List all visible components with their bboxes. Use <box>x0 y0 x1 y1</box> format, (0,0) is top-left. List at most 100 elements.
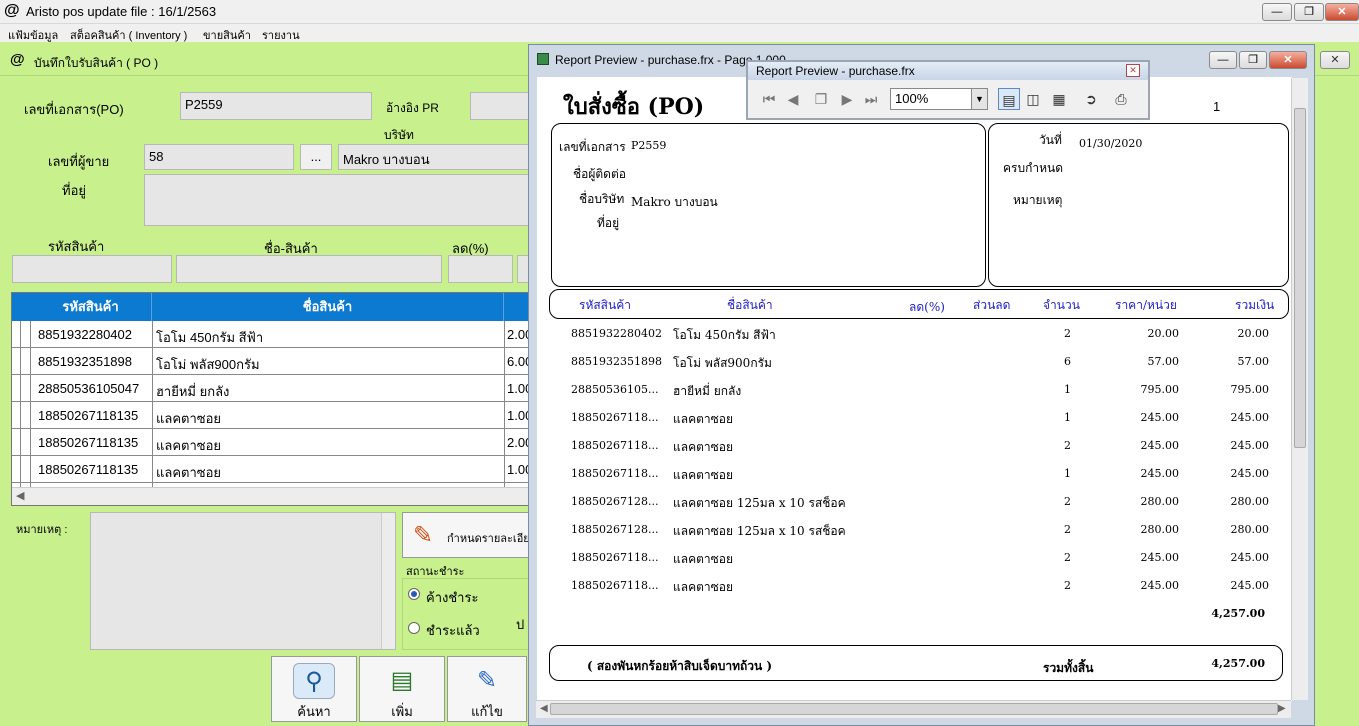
report-toolbar: Report Preview - purchase.frx ✕ ⏮ ◀ ❐ ▶ … <box>746 60 1150 120</box>
grid-cell-name[interactable]: ฮายีหมี่ ยกลัง <box>156 381 229 402</box>
menu-reports[interactable]: รายงาน <box>262 26 300 44</box>
report-item-qty: 6 <box>1064 355 1071 368</box>
report-close-button[interactable]: ✕ <box>1269 51 1307 69</box>
report-item-price: 57.00 <box>1147 355 1180 368</box>
report-col-unit-price: ราคา/หน่วย <box>1115 298 1177 312</box>
company-field[interactable]: Makro บางบอน <box>338 144 530 170</box>
first-page-icon[interactable]: ⏮ <box>758 88 780 110</box>
grid-header-name[interactable]: ชื่อสินค้า <box>152 293 504 321</box>
grid-row[interactable]: 18850267118135 แลคตาซอย 1.00 <box>12 402 530 429</box>
grid-cell-code[interactable]: 28850536105047 <box>38 381 139 396</box>
grid-row[interactable]: 8851932280402 โอโม 450กรัม สีฟ้า 2.00 <box>12 321 530 348</box>
report-item-name: โอโม่ พลัส900กรัม <box>673 356 772 370</box>
vendor-browse-button[interactable]: ... <box>300 144 332 170</box>
remark-scrollbar[interactable] <box>381 513 395 649</box>
report-item-name: แลคตาซอย <box>673 580 734 594</box>
address-field[interactable] <box>144 174 530 226</box>
grid-cell-name[interactable]: โอโม 450กรัม สีฟ้า <box>156 327 263 348</box>
report-preview-window: Report Preview - purchase.frx - Page 1 0… <box>528 44 1315 726</box>
report-doc-no-label: เลขที่เอกสาร <box>559 140 626 154</box>
report-item-price: 245.00 <box>1140 439 1180 452</box>
stray-label: ป <box>516 617 525 632</box>
report-company: Makro บางบอน <box>631 195 718 209</box>
grid-horizontal-scrollbar[interactable]: ◀ <box>12 487 530 505</box>
report-vertical-scrollbar[interactable] <box>1291 78 1308 700</box>
hscroll-left-icon[interactable]: ◀ <box>540 703 548 714</box>
grid-cell-code[interactable]: 18850267118135 <box>38 408 138 423</box>
last-page-icon[interactable]: ⏭ <box>860 88 882 110</box>
grid-row[interactable]: 18850267118135 แลคตาซอย 1.00 <box>12 456 530 483</box>
report-item-code: 18850267118... <box>571 467 659 480</box>
next-page-icon[interactable]: ▶ <box>836 88 858 110</box>
paid-radio[interactable] <box>408 622 420 634</box>
paid-label[interactable]: ชำระแล้ว <box>426 620 480 641</box>
grid-cell-name[interactable]: แลคตาซอย <box>156 462 221 483</box>
report-date-label: วันที่ <box>1039 133 1062 147</box>
print-icon[interactable]: ⎙ <box>1110 88 1132 110</box>
discount-pct-input[interactable] <box>448 255 513 283</box>
report-item-name: แลคตาซอย <box>673 468 734 482</box>
doc-no-field[interactable]: P2559 <box>180 92 372 120</box>
set-details-button[interactable]: ✎ กำหนดรายละเอียด <box>402 512 537 558</box>
menu-inventory[interactable]: สต็อคสินค้า ( Inventory ) <box>70 26 187 44</box>
edit-button[interactable]: ✎ แก้ไข <box>447 656 527 722</box>
grid-cell-code[interactable]: 8851932280402 <box>38 327 132 342</box>
grid-cell-code[interactable]: 8851932351898 <box>38 354 132 369</box>
report-item-total: 280.00 <box>1230 495 1270 508</box>
unpaid-radio[interactable] <box>408 588 420 600</box>
report-item-price: 245.00 <box>1140 551 1180 564</box>
chevron-down-icon[interactable]: ▼ <box>971 89 987 109</box>
report-maximize-button[interactable]: ❐ <box>1239 51 1267 69</box>
remark-textarea[interactable] <box>90 512 396 650</box>
report-item-total: 20.00 <box>1237 327 1270 340</box>
add-button[interactable]: ▤ เพิ่ม <box>359 656 445 722</box>
hscroll-right-icon[interactable]: ▶ <box>1278 703 1286 714</box>
report-vscroll-thumb[interactable] <box>1294 108 1306 448</box>
report-item-qty: 2 <box>1064 327 1071 340</box>
report-horizontal-scrollbar[interactable]: ◀ ▶ <box>536 700 1291 718</box>
grid-row[interactable]: 18850267118135 แลคตาซอย 2.00 <box>12 429 530 456</box>
grid-header-qty[interactable] <box>504 293 530 321</box>
remark-label: หมายเหตุ : <box>16 524 68 536</box>
ref-pr-field[interactable] <box>470 92 530 120</box>
grid-header-code[interactable]: รหัสสินค้า <box>30 293 152 321</box>
scroll-left-icon[interactable]: ◀ <box>16 489 24 502</box>
unpaid-label[interactable]: ค้างชำระ <box>426 587 478 608</box>
vendor-no-field[interactable]: 58 <box>144 144 294 170</box>
one-page-icon[interactable]: ▤ <box>998 88 1020 110</box>
report-item-price: 245.00 <box>1140 579 1180 592</box>
report-page-number: 1 <box>1213 99 1221 114</box>
po-close-button[interactable]: ✕ <box>1320 51 1350 69</box>
report-item-qty: 1 <box>1064 383 1071 396</box>
grid-row[interactable]: 28850536105047 ฮายีหมี่ ยกลัง 1.00 <box>12 375 530 402</box>
close-button[interactable]: ✕ <box>1325 3 1359 21</box>
search-button[interactable]: ⚲ ค้นหา <box>271 656 357 722</box>
maximize-button[interactable]: ❐ <box>1294 3 1324 21</box>
grid-cell-code[interactable]: 18850267118135 <box>38 435 138 450</box>
minimize-button[interactable]: — <box>1262 3 1292 21</box>
grid-cell-name[interactable]: โอโม่ พลัส900กรัม <box>156 354 260 375</box>
report-item-qty: 1 <box>1064 411 1071 424</box>
grid-cell-name[interactable]: แลคตาซอย <box>156 435 221 456</box>
copy-page-icon[interactable]: ❐ <box>810 88 832 110</box>
menu-sales[interactable]: ขายสินค้า <box>203 26 251 44</box>
report-company-label: ชื่อบริษัท <box>579 192 625 206</box>
product-code-input[interactable] <box>12 255 172 283</box>
exit-icon[interactable]: ➲ <box>1080 88 1102 110</box>
vendor-no-label: เลขที่ผู้ขาย <box>48 154 110 169</box>
product-name-input[interactable] <box>176 255 442 283</box>
menu-file[interactable]: แฟ้มข้อมูล <box>8 26 58 44</box>
report-item-code: 8851932351898 <box>571 355 662 368</box>
toolbar-close-icon[interactable]: ✕ <box>1126 64 1140 77</box>
po-items-grid[interactable]: รหัสสินค้า ชื่อสินค้า 8851932280402 โอโม … <box>11 292 531 506</box>
search-button-label: ค้นหา <box>297 704 331 719</box>
report-minimize-button[interactable]: — <box>1209 51 1237 69</box>
grid-cell-name[interactable]: แลคตาซอย <box>156 408 221 429</box>
multi-page-icon[interactable]: ▦ <box>1048 88 1070 110</box>
report-hscroll-thumb[interactable] <box>550 703 1278 715</box>
grid-row[interactable]: 8851932351898 โอโม่ พลัส900กรัม 6.00 <box>12 348 530 375</box>
zoom-select[interactable]: 100% ▼ <box>890 88 988 110</box>
two-page-icon[interactable]: ◫ <box>1022 88 1044 110</box>
prev-page-icon[interactable]: ◀ <box>782 88 804 110</box>
grid-cell-code[interactable]: 18850267118135 <box>38 462 138 477</box>
